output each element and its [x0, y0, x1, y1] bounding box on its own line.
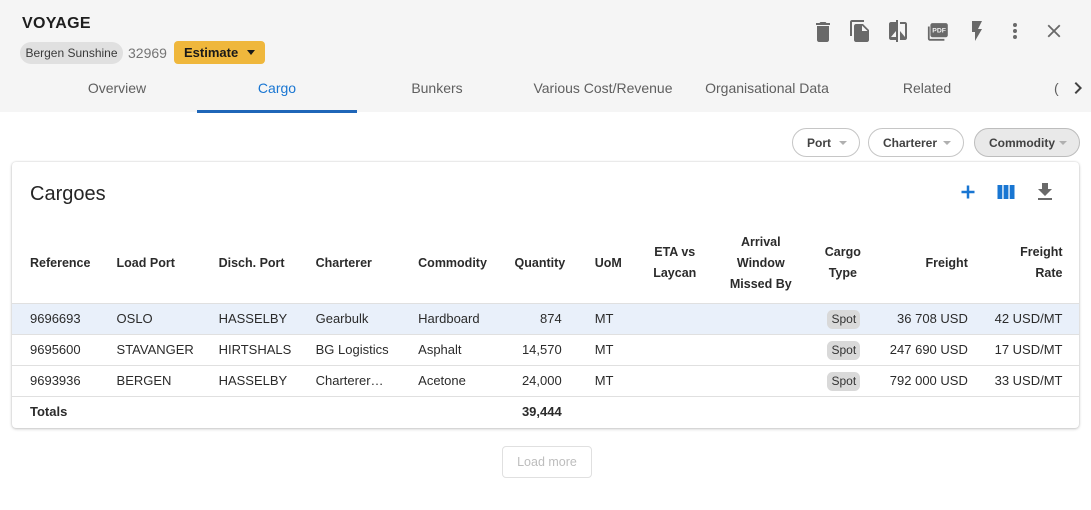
svg-text:PDF: PDF: [932, 28, 946, 35]
